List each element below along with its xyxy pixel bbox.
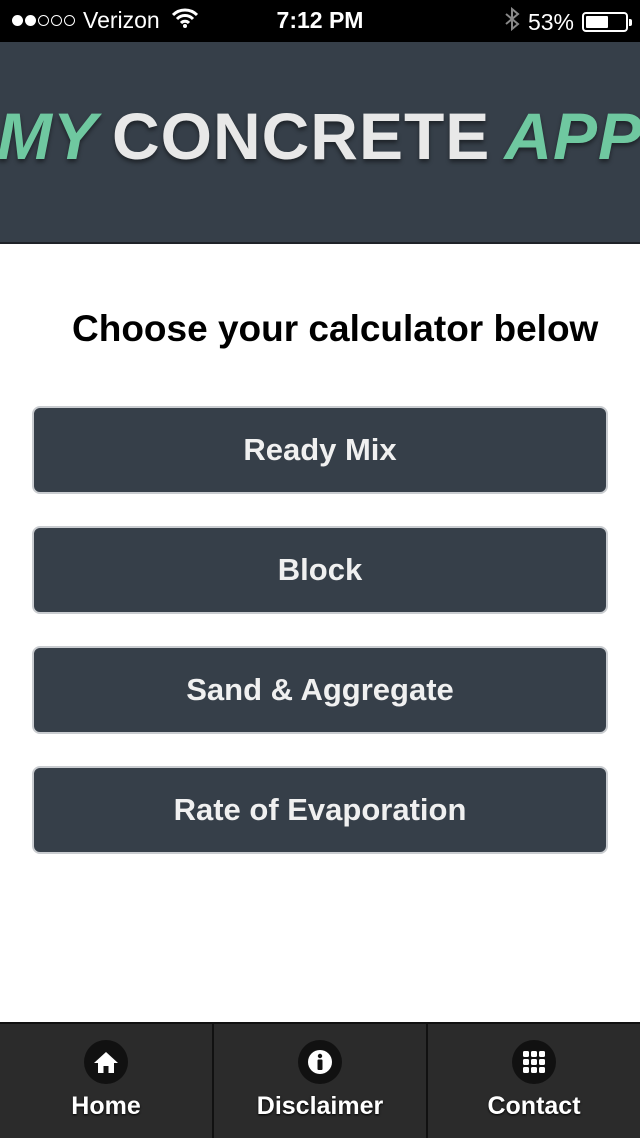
block-button[interactable]: Block — [32, 526, 608, 614]
nav-home[interactable]: Home — [0, 1024, 214, 1138]
ready-mix-button[interactable]: Ready Mix — [32, 406, 608, 494]
nav-home-label: Home — [71, 1092, 141, 1120]
app-header: MY CONCRETE APP — [0, 42, 640, 244]
nav-contact-label: Contact — [487, 1092, 581, 1120]
rate-of-evaporation-button[interactable]: Rate of Evaporation — [32, 766, 608, 854]
page-heading: Choose your calculator below — [72, 308, 599, 349]
battery-icon — [582, 12, 632, 32]
bottom-nav: Home Disclaimer Contact — [0, 1022, 640, 1138]
bluetooth-icon — [504, 6, 520, 37]
app-logo: MY CONCRETE APP — [0, 98, 640, 174]
sand-aggregate-button[interactable]: Sand & Aggregate — [32, 646, 608, 734]
calculator-list: Ready Mix Block Sand & Aggregate Rate of… — [32, 406, 608, 886]
nav-disclaimer-label: Disclaimer — [256, 1092, 384, 1120]
logo-word-app: APP — [504, 99, 640, 173]
info-icon — [298, 1040, 342, 1084]
nav-contact[interactable]: Contact — [428, 1024, 640, 1138]
logo-word-concrete: CONCRETE — [111, 99, 491, 173]
home-icon — [84, 1040, 128, 1084]
battery-percent: 53% — [527, 8, 574, 35]
logo-word-my: MY — [0, 99, 98, 173]
grid-icon — [512, 1040, 556, 1084]
nav-disclaimer[interactable]: Disclaimer — [214, 1024, 428, 1138]
status-bar: Verizon 7:12 PM 53% — [0, 0, 640, 42]
status-bar-right: 53% — [504, 6, 632, 37]
